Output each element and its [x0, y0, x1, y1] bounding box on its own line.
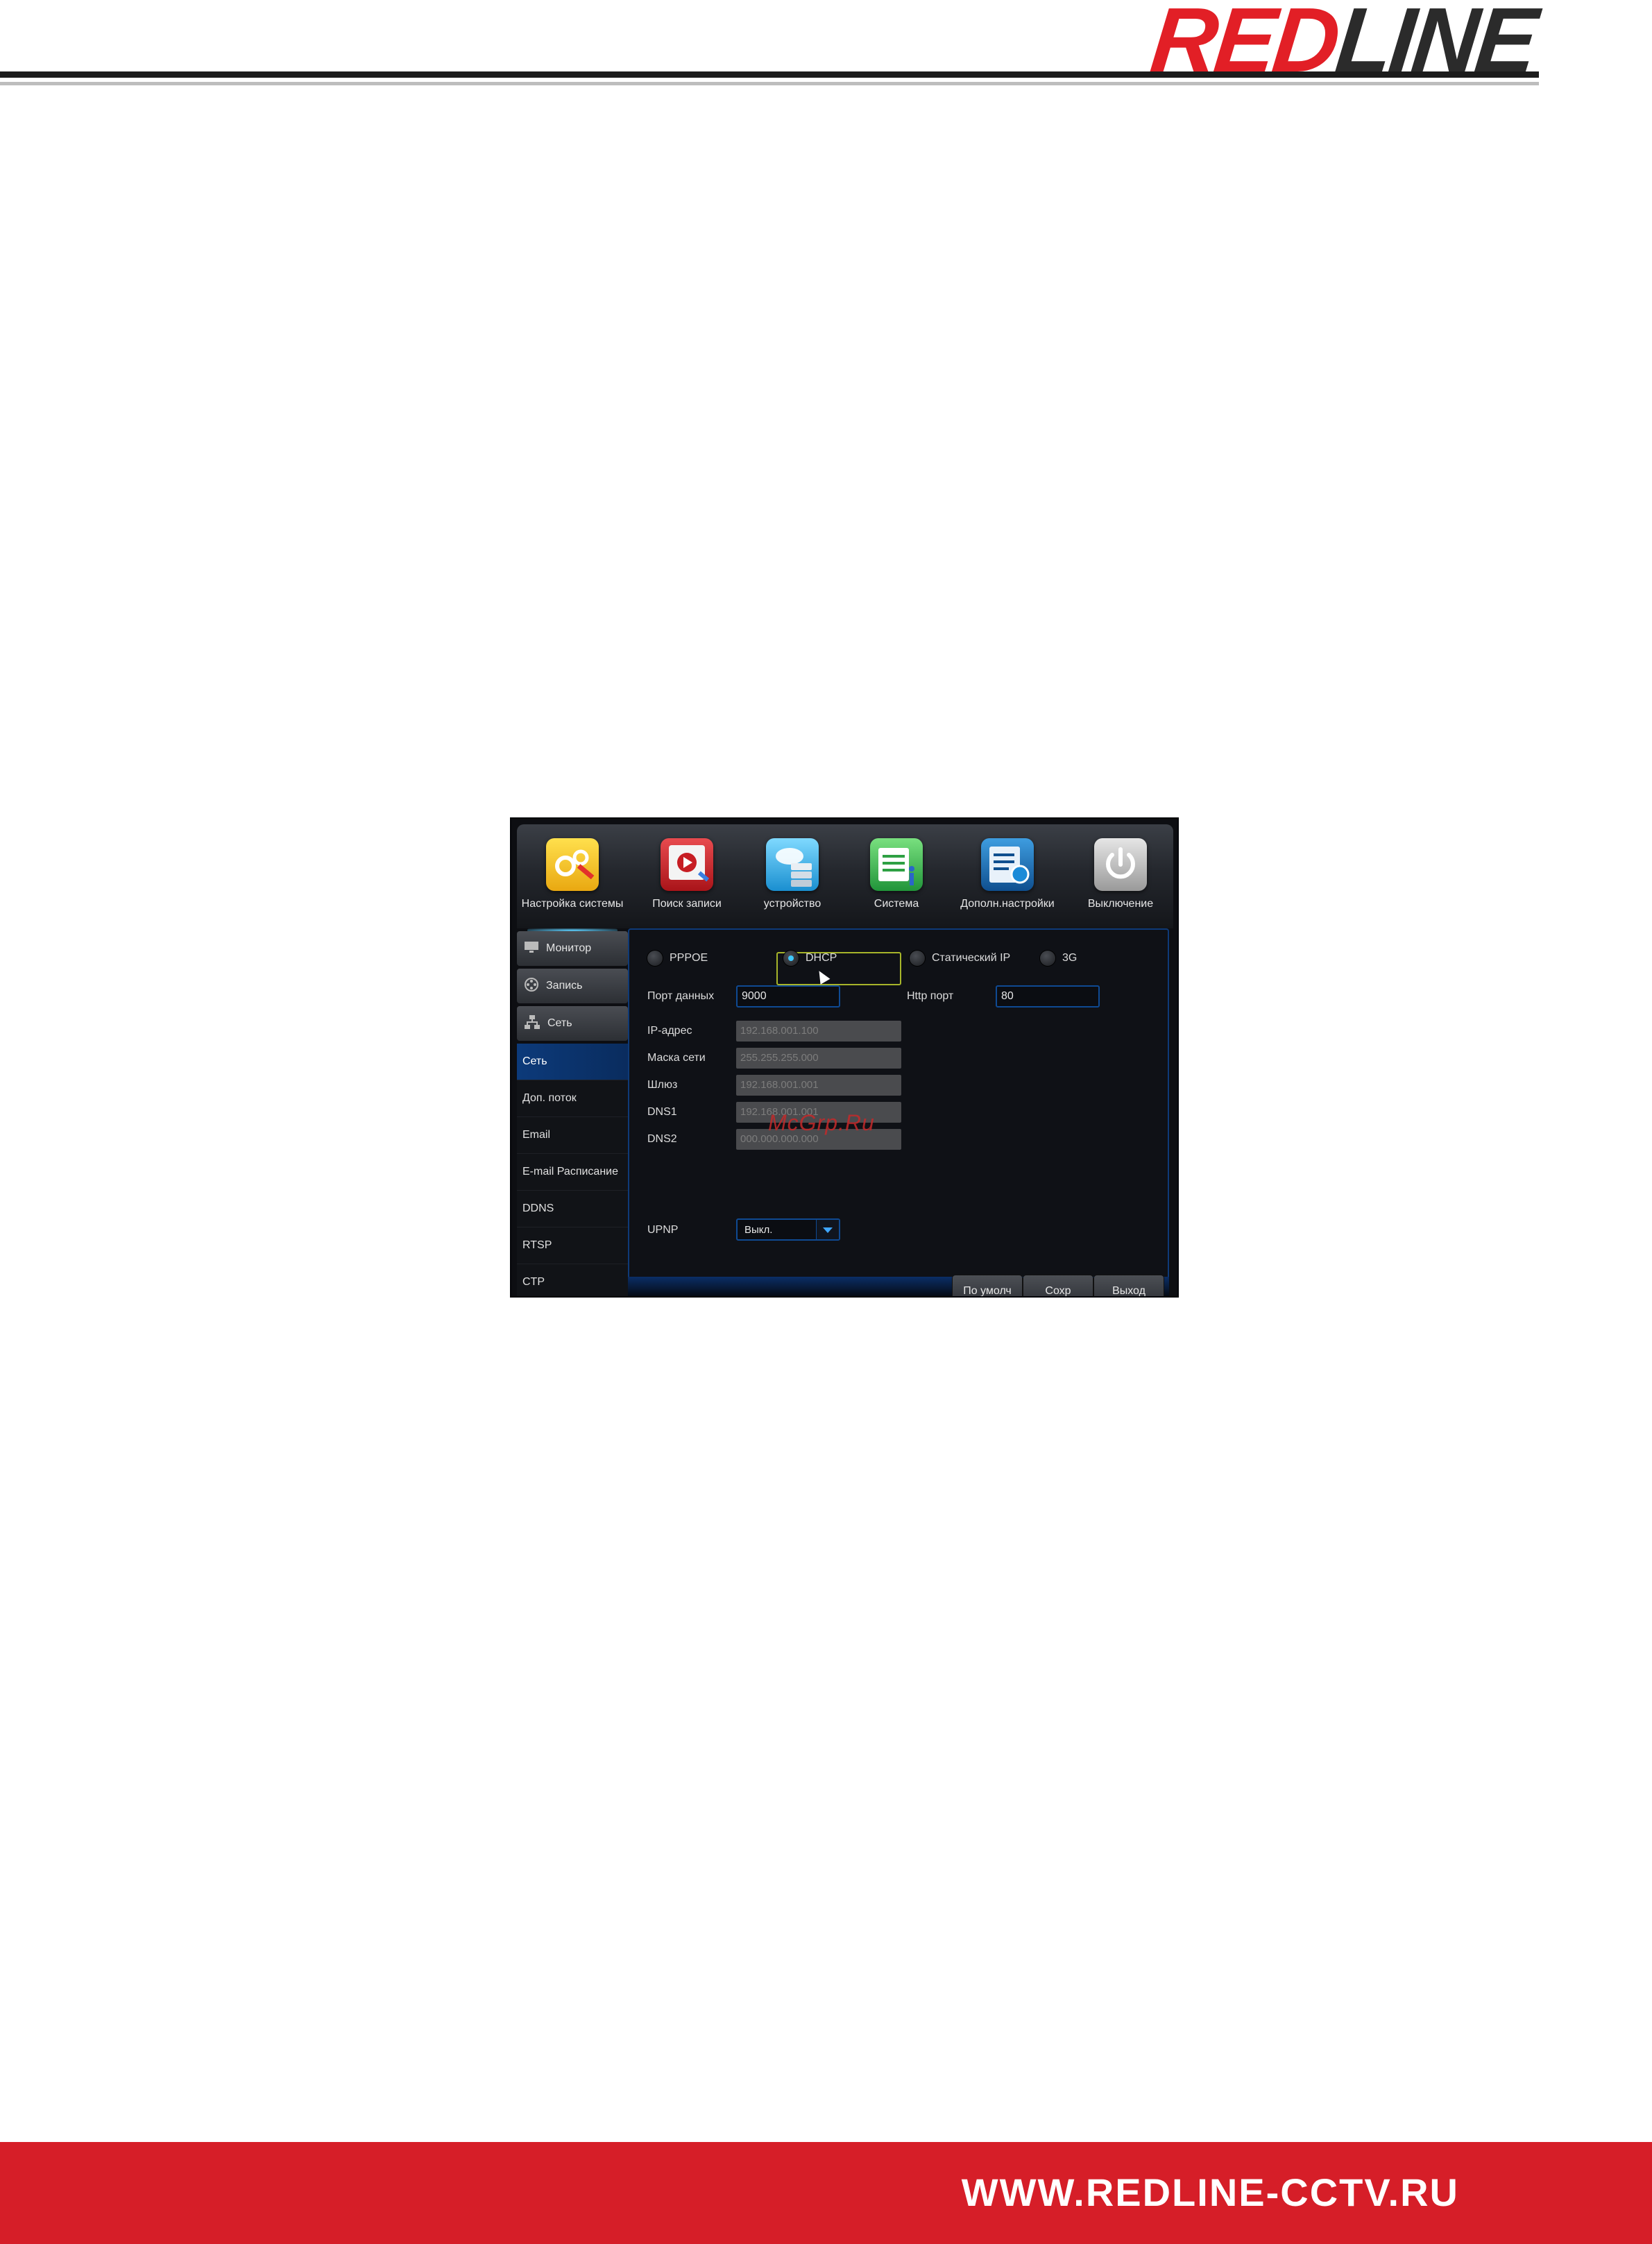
monitor-icon: [524, 941, 539, 957]
sidebar-group-network[interactable]: Сеть: [517, 1006, 628, 1041]
network-icon: [524, 1014, 540, 1033]
sidebar-group-record[interactable]: Запись: [517, 969, 628, 1003]
sidebar-item-ctp[interactable]: CTP: [517, 1264, 628, 1296]
sidebar-item-email[interactable]: Email: [517, 1117, 628, 1154]
sidebar-item-rtsp[interactable]: RTSP: [517, 1227, 628, 1264]
ip-address-label: IP-адрес: [647, 1025, 692, 1037]
upnp-label: UPNP: [647, 1224, 679, 1236]
data-port-label: Порт данных: [647, 990, 715, 1002]
record-search-icon: [661, 838, 713, 891]
data-port-input[interactable]: 9000: [736, 985, 840, 1008]
network-settings-panel: PPPOE DHCP Статический IP 3G Порт данных…: [628, 928, 1169, 1282]
top-menu-label: Дополн.настройки: [960, 898, 1055, 910]
sidebar-item-ddns[interactable]: DDNS: [517, 1191, 628, 1227]
record-reel-icon: [524, 977, 539, 996]
advanced-settings-icon: [981, 838, 1034, 891]
sidebar-group-monitor[interactable]: Монитор: [517, 931, 628, 966]
upnp-selected-value: Выкл.: [744, 1224, 773, 1236]
top-menu-bar: Настройка системы Поиск записи устройств…: [517, 824, 1173, 933]
exit-button[interactable]: Выход: [1094, 1275, 1164, 1296]
top-menu-label: Настройка системы: [521, 898, 624, 910]
top-menu-label: Система: [874, 898, 919, 910]
gateway-field: 192.168.001.001: [736, 1075, 901, 1096]
gateway-label: Шлюз: [647, 1079, 678, 1091]
mode-3g-radio[interactable]: 3G: [1040, 951, 1077, 966]
default-button[interactable]: По умолч: [953, 1275, 1022, 1296]
power-icon: [1094, 838, 1147, 891]
radio-dot: [1040, 951, 1055, 966]
top-menu-shutdown[interactable]: Выключение: [1068, 838, 1173, 921]
top-menu-system-setup[interactable]: Настройка системы: [520, 838, 624, 933]
sidebar-item-network[interactable]: Сеть: [517, 1044, 628, 1080]
network-mode-group: PPPOE DHCP Статический IP 3G: [629, 944, 1168, 985]
http-port-label: Http порт: [907, 990, 954, 1002]
sidebar-group-label: Сеть: [547, 1017, 572, 1029]
top-menu-system[interactable]: Система: [844, 838, 948, 921]
device-storage-icon: [766, 838, 819, 891]
http-port-input[interactable]: 80: [996, 985, 1100, 1008]
top-menu-record-search[interactable]: Поиск записи: [635, 838, 739, 921]
mode-label: 3G: [1062, 952, 1078, 964]
mode-pppoe-radio[interactable]: PPPOE: [647, 951, 708, 966]
top-menu-advanced[interactable]: Дополн.настройки: [955, 838, 1059, 921]
footer-website-link[interactable]: WWW.REDLINE-CCTV.RU: [962, 2170, 1459, 2215]
radio-dot: [647, 951, 663, 966]
dns2-label: DNS2: [647, 1133, 677, 1145]
ip-address-field: 192.168.001.100: [736, 1021, 901, 1042]
netmask-field: 255.255.255.000: [736, 1048, 901, 1069]
save-button[interactable]: Сохр: [1023, 1275, 1093, 1296]
mode-static-ip-radio[interactable]: Статический IP: [910, 951, 1010, 966]
dvr-settings-screen: Настройка системы Поиск записи устройств…: [510, 817, 1179, 1298]
mode-label: Статический IP: [932, 952, 1011, 964]
upnp-select[interactable]: Выкл.: [736, 1218, 840, 1241]
sidebar-item-substream[interactable]: Доп. поток: [517, 1080, 628, 1117]
sidebar-group-label: Запись: [546, 980, 583, 992]
mode-dhcp-radio[interactable]: DHCP: [783, 951, 837, 966]
top-menu-label: Поиск записи: [652, 898, 722, 910]
mode-label: PPPOE: [670, 952, 708, 964]
netmask-label: Маска сети: [647, 1052, 706, 1064]
settings-sidebar: Монитор Запись Сеть Сеть Доп. поток Emai…: [517, 928, 628, 1296]
chevron-down-icon[interactable]: [816, 1220, 839, 1239]
sidebar-item-email-schedule[interactable]: E-mail Расписание: [517, 1154, 628, 1191]
mode-label: DHCP: [806, 952, 837, 964]
settings-gears-icon: [546, 838, 599, 891]
header-divider: [0, 71, 1539, 78]
header-divider-shadow: [0, 82, 1539, 85]
radio-dot-selected: [783, 951, 799, 966]
top-menu-label: устройство: [763, 898, 821, 910]
watermark-text: McGrp.Ru: [768, 1110, 875, 1135]
dns1-label: DNS1: [647, 1106, 677, 1118]
radio-dot: [910, 951, 925, 966]
top-menu-label: Выключение: [1087, 898, 1154, 910]
system-info-icon: [870, 838, 923, 891]
sidebar-group-label: Монитор: [546, 942, 592, 954]
top-menu-device[interactable]: устройство: [740, 838, 844, 921]
footer-bar: WWW.REDLINE-CCTV.RU: [0, 2142, 1652, 2244]
